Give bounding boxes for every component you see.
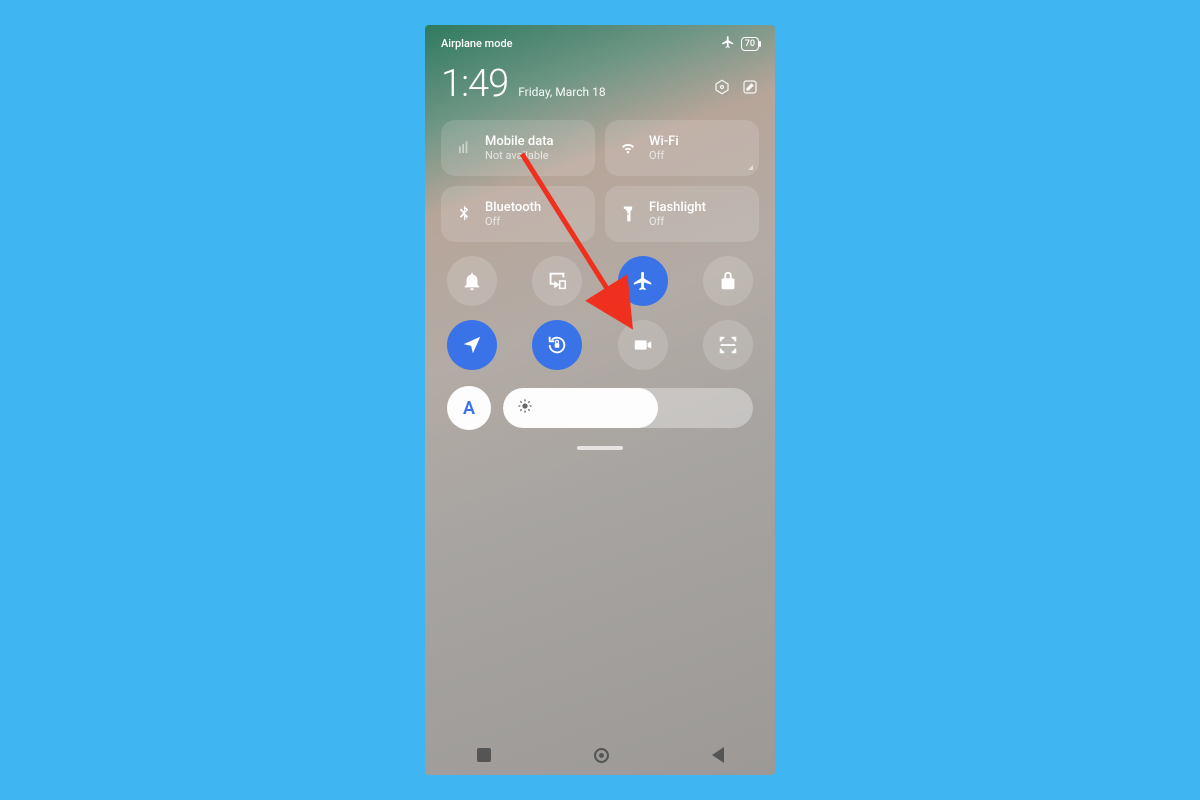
expand-caret-icon [748, 165, 753, 170]
tile-sub: Off [485, 215, 541, 228]
clock-date: Friday, March 18 [518, 85, 605, 99]
toggle-location[interactable] [447, 320, 497, 370]
location-icon [461, 334, 483, 356]
nav-recents[interactable] [477, 748, 491, 762]
airplane-icon [632, 270, 654, 292]
status-bar: Airplane mode 70 [425, 25, 775, 56]
cast-icon [546, 270, 568, 292]
toggle-lock[interactable] [703, 256, 753, 306]
tile-wifi[interactable]: Wi-Fi Off [605, 120, 759, 176]
lock-icon [717, 270, 739, 292]
brightness-icon [517, 398, 533, 418]
bluetooth-icon [453, 204, 475, 224]
bell-icon [461, 270, 483, 292]
clock-time: 1:49 [441, 62, 508, 106]
tile-bluetooth[interactable]: Bluetooth Off [441, 186, 595, 242]
tile-title: Wi-Fi [649, 134, 679, 150]
rotation-lock-icon [546, 334, 568, 356]
nav-back[interactable] [712, 747, 724, 763]
phone-screen: Airplane mode 70 1:49 Friday, March 18 [425, 25, 775, 775]
tile-title: Mobile data [485, 134, 554, 150]
scan-icon [717, 334, 739, 356]
navigation-bar [425, 735, 775, 775]
auto-brightness-label: A [463, 398, 475, 419]
tile-sub: Off [649, 149, 679, 162]
toggle-cast[interactable] [532, 256, 582, 306]
tile-flashlight[interactable]: Flashlight Off [605, 186, 759, 242]
brightness-slider[interactable] [503, 388, 753, 428]
video-icon [632, 334, 654, 356]
battery-icon: 70 [741, 37, 759, 51]
toggle-bell[interactable] [447, 256, 497, 306]
toggle-scan[interactable] [703, 320, 753, 370]
toggle-rotation-lock[interactable] [532, 320, 582, 370]
nav-home[interactable] [594, 748, 609, 763]
tile-title: Flashlight [649, 200, 706, 216]
header: 1:49 Friday, March 18 [425, 56, 775, 116]
status-label: Airplane mode [441, 37, 513, 50]
auto-brightness-button[interactable]: A [447, 386, 491, 430]
toggle-airplane[interactable] [618, 256, 668, 306]
wifi-icon [617, 138, 639, 158]
flashlight-icon [617, 204, 639, 224]
tile-sub: Off [649, 215, 706, 228]
tile-sub: Not available [485, 149, 554, 162]
airplane-status-icon [721, 35, 735, 52]
tile-title: Bluetooth [485, 200, 541, 216]
signal-icon [453, 138, 475, 158]
drag-handle[interactable] [577, 446, 623, 450]
settings-icon[interactable] [713, 78, 731, 100]
edit-icon[interactable] [741, 78, 759, 100]
tile-mobile-data[interactable]: Mobile data Not available [441, 120, 595, 176]
toggle-screen-record[interactable] [618, 320, 668, 370]
